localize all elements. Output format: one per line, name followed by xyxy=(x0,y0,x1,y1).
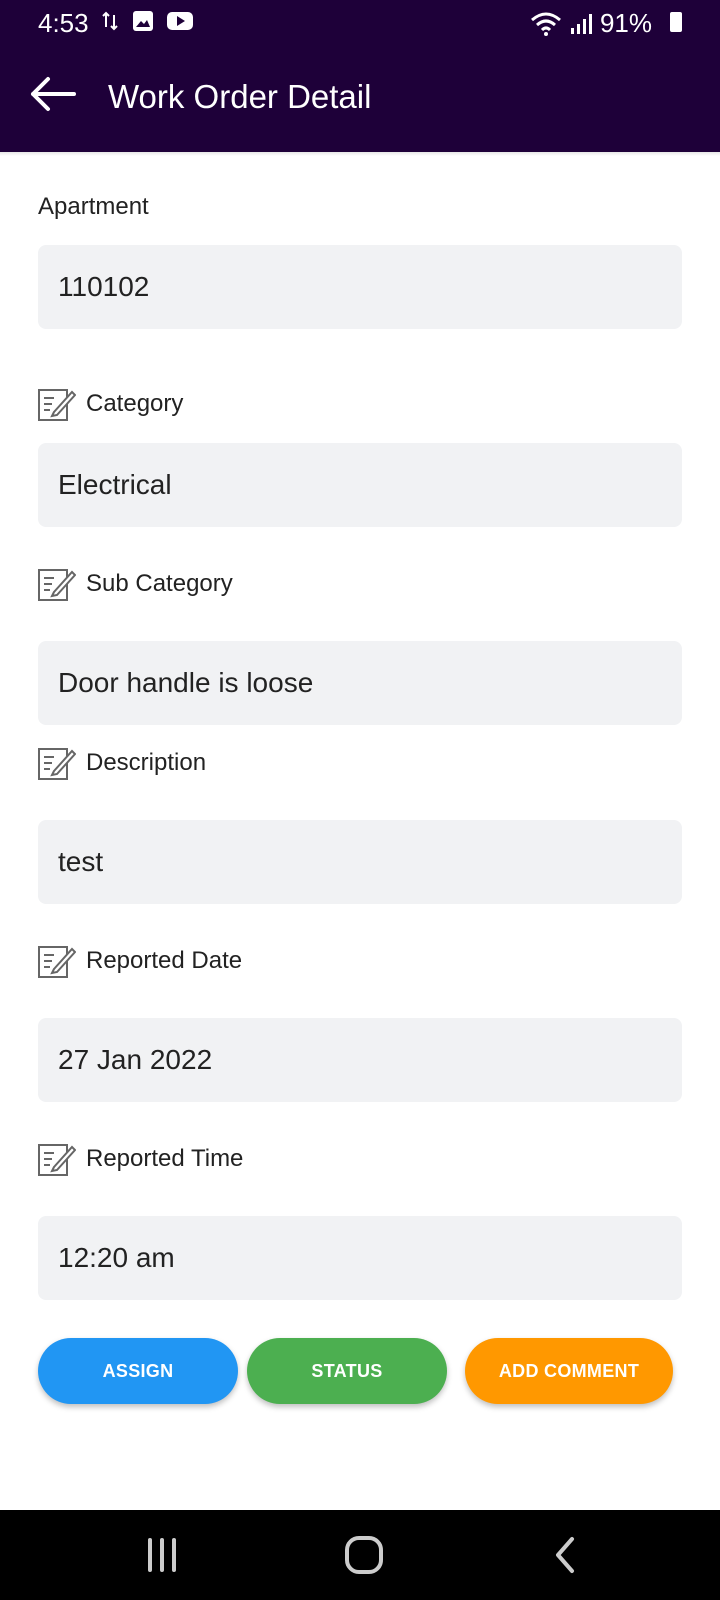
description-field[interactable]: test xyxy=(38,820,682,904)
subcategory-field[interactable]: Door handle is loose xyxy=(38,641,682,725)
status-button[interactable]: STATUS xyxy=(247,1338,447,1404)
edit-icon xyxy=(38,748,76,780)
apartment-label-row: Apartment xyxy=(38,193,149,221)
edit-icon xyxy=(38,946,76,978)
page-title: Work Order Detail xyxy=(108,78,372,115)
app-bar: Work Order Detail xyxy=(0,44,720,152)
battery-percent: 91% xyxy=(599,8,652,38)
youtube-icon xyxy=(167,12,193,30)
back-icon[interactable] xyxy=(536,1530,596,1580)
reported-time-label: Reported Time xyxy=(86,1145,244,1172)
description-label: Description xyxy=(86,749,207,776)
description-label-row: Description xyxy=(38,745,206,781)
subcategory-label-row: Sub Category xyxy=(38,566,233,602)
home-icon[interactable] xyxy=(334,1530,394,1580)
data-transfer-icon xyxy=(102,11,118,31)
battery-icon xyxy=(670,12,682,32)
status-bar: 4:53 91% xyxy=(0,0,720,44)
reported-time-field[interactable]: 12:20 am xyxy=(38,1216,682,1300)
reported-date-label: Reported Date xyxy=(86,947,243,974)
status-icons-right: 91% xyxy=(530,8,674,39)
status-time: 4:53 xyxy=(38,8,89,38)
category-field[interactable]: Electrical xyxy=(38,443,682,527)
recent-apps-icon[interactable] xyxy=(132,1530,192,1580)
apartment-field[interactable]: 110102 xyxy=(38,245,682,329)
back-arrow-icon[interactable] xyxy=(28,74,78,114)
edit-icon xyxy=(38,389,76,421)
reported-time-value: 12:20 am xyxy=(58,1242,175,1273)
category-label: Category xyxy=(86,390,184,417)
system-nav-bar xyxy=(0,1510,720,1600)
reported-date-label-row: Reported Date xyxy=(38,943,242,979)
category-value: Electrical xyxy=(58,469,172,500)
status-icons-left xyxy=(100,9,194,33)
assign-button[interactable]: ASSIGN xyxy=(38,1338,238,1404)
subcategory-label: Sub Category xyxy=(86,570,233,597)
reported-date-value: 27 Jan 2022 xyxy=(58,1044,213,1075)
apartment-label: Apartment xyxy=(38,193,149,220)
description-value: test xyxy=(58,846,104,877)
category-label-row: Category xyxy=(38,386,183,422)
apartment-value: 110102 xyxy=(58,271,150,302)
reported-time-label-row: Reported Time xyxy=(38,1141,243,1177)
image-icon xyxy=(133,11,153,31)
signal-icon xyxy=(570,13,592,34)
edit-icon xyxy=(38,1144,76,1176)
reported-date-field[interactable]: 27 Jan 2022 xyxy=(38,1018,682,1102)
add-comment-button[interactable]: ADD COMMENT xyxy=(465,1338,673,1404)
app-bar-shadow xyxy=(0,152,720,156)
subcategory-value: Door handle is loose xyxy=(58,667,314,698)
edit-icon xyxy=(38,569,76,601)
wifi-icon xyxy=(530,12,561,36)
